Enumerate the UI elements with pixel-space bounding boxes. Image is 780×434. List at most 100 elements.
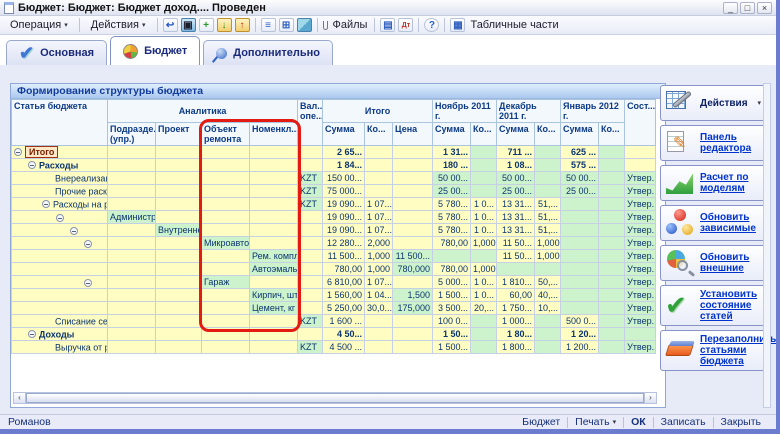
grid-cell[interactable] bbox=[108, 263, 156, 276]
grid-cell[interactable]: 1 0... bbox=[471, 198, 497, 211]
grid-cell[interactable] bbox=[298, 289, 323, 302]
grid-cell[interactable] bbox=[599, 198, 625, 211]
side-button-actions[interactable]: Действия▾ bbox=[660, 85, 766, 121]
grid-cell[interactable]: 13 31... bbox=[497, 211, 535, 224]
grid-cell[interactable] bbox=[108, 276, 156, 289]
side-button-refill-articles[interactable]: Перезаполнить статьями бюджета bbox=[660, 330, 766, 371]
grid-cell[interactable]: Кирпич, шт bbox=[250, 289, 298, 302]
grid-cell[interactable]: 1 600 ... bbox=[323, 315, 365, 328]
grid-cell[interactable] bbox=[471, 328, 497, 341]
grid-cell[interactable] bbox=[156, 263, 202, 276]
article-cell[interactable] bbox=[12, 263, 108, 276]
grid-cell[interactable]: 19 090... bbox=[323, 198, 365, 211]
grid-cell[interactable] bbox=[298, 302, 323, 315]
grid-cell[interactable]: 11 50... bbox=[497, 237, 535, 250]
grid-cell[interactable]: 625 ... bbox=[561, 146, 599, 159]
grid-cell[interactable] bbox=[625, 146, 656, 159]
grid-cell[interactable] bbox=[250, 211, 298, 224]
article-cell[interactable]: Списание себ... bbox=[12, 315, 108, 328]
grid-cell[interactable] bbox=[156, 211, 202, 224]
grid-cell[interactable]: 13 31... bbox=[497, 224, 535, 237]
article-cell[interactable] bbox=[12, 224, 108, 237]
expand-toggle-icon[interactable] bbox=[14, 148, 22, 156]
horizontal-scrollbar[interactable]: ‹ › bbox=[13, 392, 657, 404]
grid-cell[interactable] bbox=[599, 250, 625, 263]
col-subheader[interactable]: Объект ремонта bbox=[202, 123, 250, 146]
grid-cell[interactable] bbox=[298, 328, 323, 341]
grid-cell[interactable]: 25 00... bbox=[433, 185, 471, 198]
grid-cell[interactable] bbox=[202, 146, 250, 159]
grid-cell[interactable] bbox=[625, 328, 656, 341]
unload-icon[interactable]: ↑ bbox=[235, 18, 250, 32]
grid-cell[interactable] bbox=[599, 289, 625, 302]
grid-cell[interactable] bbox=[599, 224, 625, 237]
grid-cell[interactable] bbox=[250, 172, 298, 185]
grid-cell[interactable] bbox=[471, 341, 497, 354]
grid-cell[interactable]: 11 500... bbox=[393, 250, 433, 263]
grid-cell[interactable] bbox=[250, 328, 298, 341]
grid-cell[interactable] bbox=[250, 185, 298, 198]
grid-cell[interactable]: 1 07... bbox=[365, 276, 393, 289]
grid-cell[interactable]: 25 00... bbox=[497, 185, 535, 198]
grid-cell[interactable]: Утвер... bbox=[625, 289, 656, 302]
picture-icon[interactable] bbox=[297, 18, 312, 32]
grid-cell[interactable] bbox=[535, 172, 561, 185]
grid-cell[interactable] bbox=[599, 237, 625, 250]
scroll-right-arrow[interactable]: › bbox=[644, 393, 656, 403]
grid-cell[interactable] bbox=[108, 172, 156, 185]
grid-cell[interactable] bbox=[471, 250, 497, 263]
grid-cell[interactable]: Гараж bbox=[202, 276, 250, 289]
grid-cell[interactable] bbox=[535, 159, 561, 172]
grid-cell[interactable] bbox=[156, 289, 202, 302]
grid-cell[interactable] bbox=[298, 250, 323, 263]
grid-cell[interactable] bbox=[202, 159, 250, 172]
grid-cell[interactable] bbox=[599, 328, 625, 341]
grid-cell[interactable]: 1,000 bbox=[535, 250, 561, 263]
grid-cell[interactable]: 1,500 bbox=[393, 289, 433, 302]
grid-cell[interactable]: Цемент, кг bbox=[250, 302, 298, 315]
grid-cell[interactable] bbox=[108, 146, 156, 159]
grid-cell[interactable]: 1 20... bbox=[561, 328, 599, 341]
grid-cell[interactable]: 1 50... bbox=[433, 328, 471, 341]
ok-button[interactable]: ОК bbox=[624, 416, 653, 428]
grid-cell[interactable] bbox=[250, 341, 298, 354]
grid-cell[interactable] bbox=[535, 185, 561, 198]
help-icon[interactable]: ? bbox=[424, 18, 439, 32]
tab-budget[interactable]: Бюджет bbox=[110, 36, 200, 65]
grid-cell[interactable] bbox=[202, 224, 250, 237]
grid-cell[interactable] bbox=[365, 172, 393, 185]
grid-cell[interactable] bbox=[156, 250, 202, 263]
grid-cell[interactable] bbox=[535, 328, 561, 341]
article-cell[interactable]: Итого bbox=[12, 146, 108, 159]
grid-cell[interactable] bbox=[156, 159, 202, 172]
grid-cell[interactable]: 75 000... bbox=[323, 185, 365, 198]
grid-cell[interactable] bbox=[298, 211, 323, 224]
col-header-state[interactable]: Сост... bbox=[625, 100, 656, 146]
grid-cell[interactable] bbox=[535, 315, 561, 328]
grid-cell[interactable] bbox=[250, 276, 298, 289]
grid-cell[interactable]: 1 000... bbox=[497, 315, 535, 328]
grid-cell[interactable]: KZT bbox=[298, 172, 323, 185]
restore-button[interactable]: □ bbox=[740, 2, 755, 14]
col-subheader[interactable]: Ко... bbox=[471, 123, 497, 146]
grid-cell[interactable]: 1 0... bbox=[471, 276, 497, 289]
grid-cell[interactable]: 2 65... bbox=[323, 146, 365, 159]
grid-cell[interactable] bbox=[471, 185, 497, 198]
grid-cell[interactable]: 5 780... bbox=[433, 224, 471, 237]
grid-cell[interactable] bbox=[298, 263, 323, 276]
grid-cell[interactable] bbox=[599, 315, 625, 328]
grid-cell[interactable] bbox=[471, 146, 497, 159]
close-form-button[interactable]: Закрыть bbox=[714, 416, 768, 428]
grid-cell[interactable] bbox=[108, 289, 156, 302]
grid-cell[interactable] bbox=[156, 172, 202, 185]
grid-cell[interactable] bbox=[561, 237, 599, 250]
table-parts-button[interactable]: Табличные части bbox=[468, 19, 560, 31]
grid-cell[interactable] bbox=[365, 185, 393, 198]
grid-cell[interactable]: 1 750... bbox=[497, 302, 535, 315]
budget-button[interactable]: Бюджет bbox=[515, 416, 567, 428]
article-cell[interactable] bbox=[12, 276, 108, 289]
article-cell[interactable] bbox=[12, 289, 108, 302]
grid-cell[interactable] bbox=[599, 211, 625, 224]
grid-cell[interactable] bbox=[561, 198, 599, 211]
grid-cell[interactable]: 6 810,00 bbox=[323, 276, 365, 289]
